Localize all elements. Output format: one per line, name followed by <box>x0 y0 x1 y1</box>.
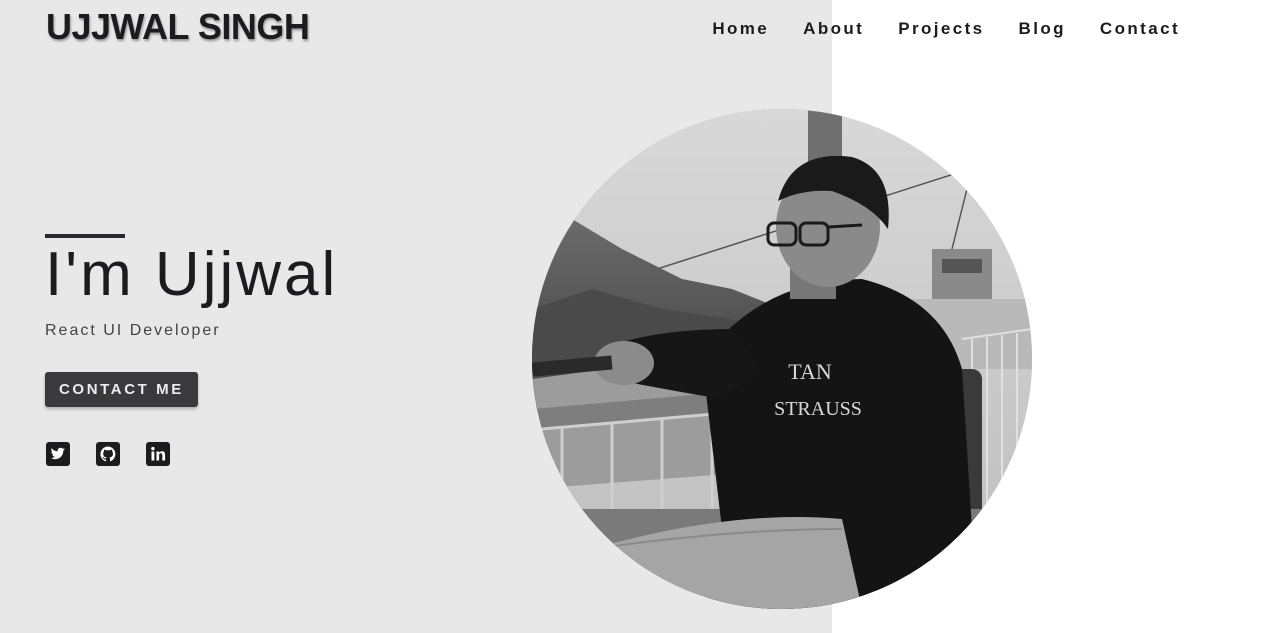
profile-photo-illustration: TAN STRAUSS <box>532 109 1032 609</box>
nav-item-home[interactable]: Home <box>712 19 769 39</box>
accent-divider <box>45 234 125 238</box>
nav-item-blog[interactable]: Blog <box>1019 19 1066 39</box>
main-nav: Home About Projects Blog Contact <box>712 19 1180 39</box>
shirt-print-line1: TAN <box>788 359 832 384</box>
github-icon[interactable] <box>95 441 121 467</box>
site-logo[interactable]: UJJWAL SINGH <box>46 6 310 48</box>
linkedin-icon[interactable] <box>145 441 171 467</box>
social-links <box>45 441 465 467</box>
twitter-icon[interactable] <box>45 441 71 467</box>
nav-item-about[interactable]: About <box>803 19 864 39</box>
nav-item-projects[interactable]: Projects <box>898 19 984 39</box>
nav-item-contact[interactable]: Contact <box>1100 19 1180 39</box>
hero-subtitle: React UI Developer <box>45 322 221 339</box>
hero-section: I'm Ujjwal React UI Developer CONTACT ME <box>45 234 465 467</box>
profile-photo: TAN STRAUSS <box>532 109 1032 609</box>
hero-title: I'm Ujjwal <box>45 240 339 309</box>
shirt-print-line2: STRAUSS <box>774 398 862 420</box>
contact-me-button[interactable]: CONTACT ME <box>45 372 198 407</box>
